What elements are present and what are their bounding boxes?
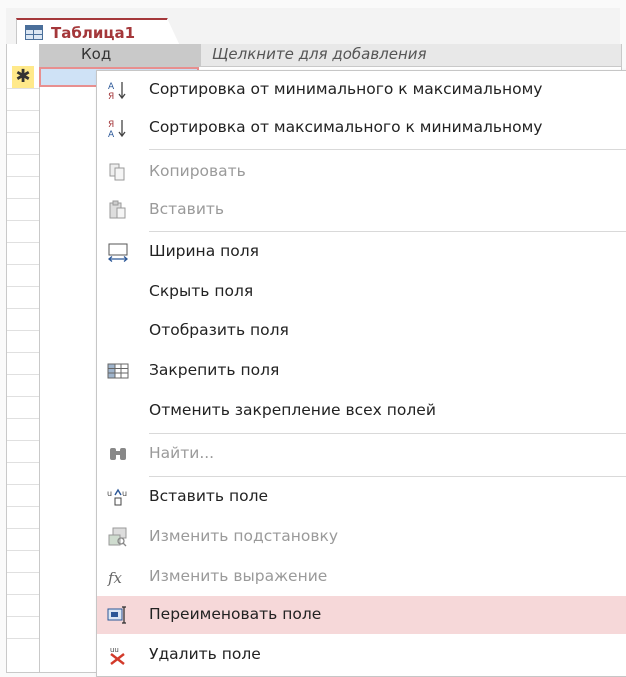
menu-item-modify-lookups[interactable]: Изменить подстановку [97,518,626,556]
menu-item-label: Закрепить поля [149,361,280,379]
grid-line [7,132,39,133]
menu-item-paste[interactable]: Вставить [97,191,626,229]
field-width-icon [107,242,129,262]
grid-line [7,638,39,639]
grid-line [7,440,39,441]
menu-item-label: Отобразить поля [149,321,289,339]
menu-item-freeze-fields[interactable]: Закрепить поля [97,352,626,390]
sort-descending-icon: Я А [107,118,129,140]
column-header-label: Код [81,45,112,63]
record-selector-column [7,44,40,672]
grid-line [7,330,39,331]
svg-text:А: А [108,82,115,92]
grid-line [7,198,39,199]
grid-line [7,88,39,89]
svg-text:u: u [122,489,127,498]
grid-line [7,264,39,265]
menu-item-find[interactable]: Найти... [97,435,626,473]
grid-line [7,484,39,485]
tab-label: Таблица1 [51,24,136,42]
grid-line [7,616,39,617]
menu-item-label: Переименовать поле [149,605,322,623]
table-icon [25,25,43,40]
grid-line [7,396,39,397]
svg-text:fx: fx [107,569,123,587]
menu-item-sort-ascending[interactable]: А Я Сортировка от минимального к максима… [97,71,626,109]
menu-item-label: Сортировка от максимального к минимально… [149,118,543,136]
menu-item-label: Сортировка от минимального к максимально… [149,80,543,98]
svg-text:А: А [108,130,115,138]
menu-item-label: Копировать [149,162,246,180]
menu-item-label: Удалить поле [149,645,261,663]
grid-line [7,506,39,507]
new-record-icon: ✱ [12,66,34,88]
grid-line [7,176,39,177]
menu-item-copy[interactable]: Копировать [97,153,626,191]
menu-item-hide-fields[interactable]: Скрыть поля [97,273,626,311]
rename-icon [107,605,129,625]
grid-line [7,242,39,243]
sort-ascending-icon: А Я [107,80,129,102]
menu-item-label: Отменить закрепление всех полей [149,401,436,419]
column-header-add-label: Щелкните для добавления [212,45,427,63]
function-icon: fx [107,567,129,587]
menu-item-show-fields[interactable]: Отобразить поля [97,312,626,350]
paste-icon [107,200,129,220]
grid-line [7,286,39,287]
menu-separator [149,231,626,232]
grid-line [7,154,39,155]
svg-text:u: u [107,489,112,498]
copy-icon [107,162,129,182]
grid-line [7,594,39,595]
freeze-icon [107,361,129,381]
menu-item-label: Вставить [149,200,225,218]
svg-text:Я: Я [108,120,114,130]
grid-line [7,418,39,419]
lookup-icon [107,527,129,547]
menu-separator [149,433,626,434]
grid-line [7,550,39,551]
svg-text:uu: uu [110,646,119,654]
column-header-row: Код Щелкните для добавления [39,44,621,67]
menu-item-label: Найти... [149,444,215,462]
grid-line [7,220,39,221]
menu-item-label: Вставить поле [149,487,269,505]
menu-item-label: Скрыть поля [149,282,254,300]
delete-column-icon: uu [107,645,129,665]
grid-line [7,374,39,375]
insert-column-icon: u u [107,487,129,507]
menu-item-sort-descending[interactable]: Я А Сортировка от максимального к минима… [97,109,626,147]
document-tab-strip: Таблица1 [6,8,620,48]
field-context-menu: А Я Сортировка от минимального к максима… [96,70,626,677]
grid-line [7,528,39,529]
menu-item-modify-expression[interactable]: fx Изменить выражение [97,558,626,596]
menu-item-delete-field[interactable]: uu Удалить поле [97,636,626,674]
grid-line [7,352,39,353]
menu-item-label: Изменить подстановку [149,527,339,545]
menu-separator [149,149,626,150]
grid-line [7,572,39,573]
datasheet-window: Таблица1 Код Щелкните для добавления ✱ А… [0,0,626,677]
grid-line [7,110,39,111]
grid-line [7,308,39,309]
column-header-kod[interactable]: Код [39,44,201,66]
menu-item-field-width[interactable]: Ширина поля [97,233,626,271]
menu-item-label: Изменить выражение [149,567,328,585]
menu-item-insert-field[interactable]: u u Вставить поле [97,478,626,516]
menu-item-unfreeze-all[interactable]: Отменить закрепление всех полей [97,392,626,430]
menu-separator [149,476,626,477]
binoculars-icon [107,444,129,464]
grid-line [7,462,39,463]
svg-text:Я: Я [108,92,114,100]
menu-item-label: Ширина поля [149,242,259,260]
menu-item-rename-field[interactable]: Переименовать поле [97,596,626,634]
